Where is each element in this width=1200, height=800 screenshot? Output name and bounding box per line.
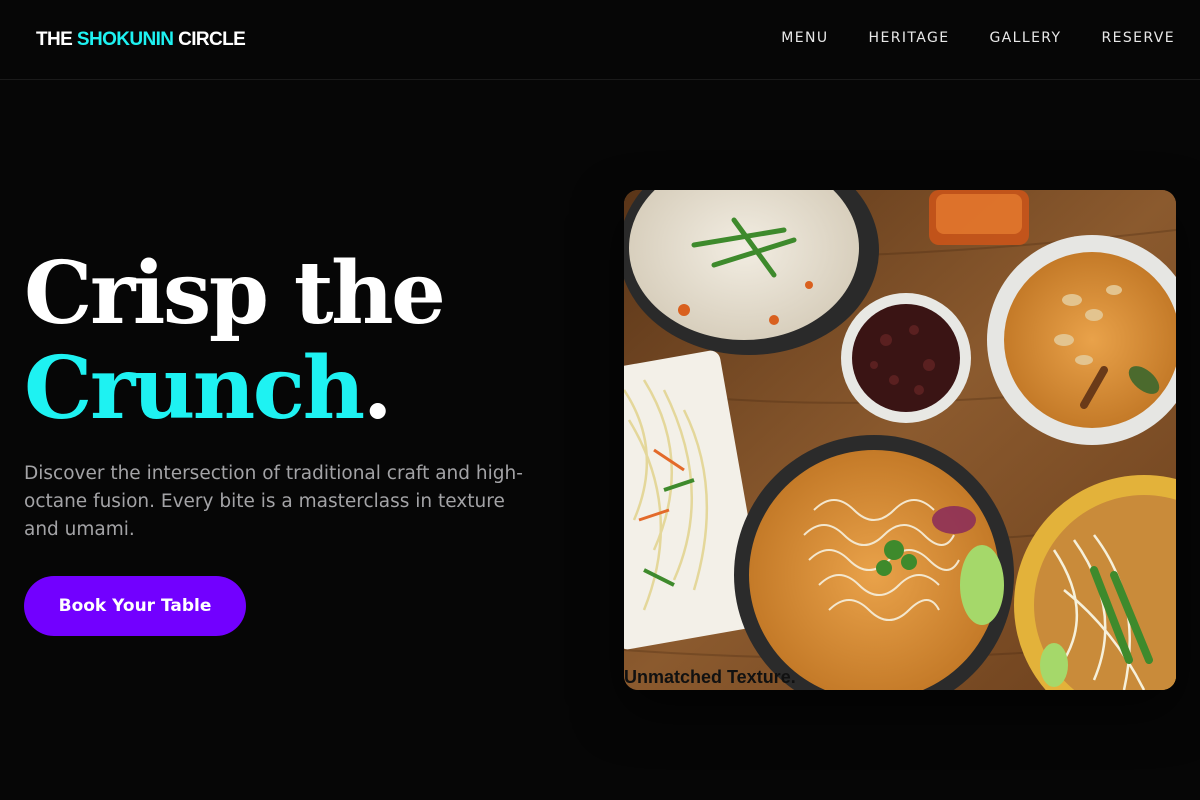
brand-logo-text-suffix: CIRCLE <box>173 29 246 50</box>
brand-logo[interactable]: THE SHOKUNIN CIRCLE <box>36 29 246 51</box>
image-caption: Unmatched Texture. <box>624 667 796 687</box>
hero-headline-line1: Crisp the <box>24 243 446 344</box>
nav-link-menu[interactable]: MENU <box>781 30 828 46</box>
hero-subtext: Discover the intersection of traditional… <box>24 463 523 540</box>
nav-link-gallery[interactable]: GALLERY <box>989 30 1061 46</box>
black-rice-bowl <box>841 293 971 423</box>
main-nav: MENU HERITAGE GALLERY RESERVE <box>741 30 1175 46</box>
drink-glass <box>929 190 1029 245</box>
hero-headline-period: . <box>362 338 393 439</box>
hero-headline: Crisp the Crunch. <box>24 243 446 439</box>
book-table-button[interactable]: Book Your Table <box>24 576 246 636</box>
site-header: THE SHOKUNIN CIRCLE MENU HERITAGE GALLER… <box>0 0 1200 80</box>
nav-link-heritage[interactable]: HERITAGE <box>869 30 950 46</box>
brand-logo-text-prefix: THE <box>36 29 77 50</box>
hero-headline-line2: Crunch <box>24 338 365 439</box>
food-spread-illustration <box>624 190 1176 690</box>
nav-link-reserve[interactable]: RESERVE <box>1102 30 1176 46</box>
hero-food-image: Unmatched Texture. <box>624 190 1176 690</box>
brand-logo-text-accent: SHOKUNIN <box>76 29 174 50</box>
